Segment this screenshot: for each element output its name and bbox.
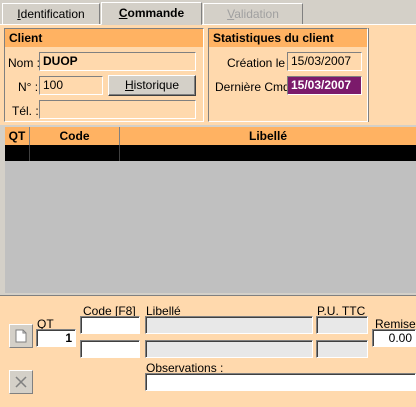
quantity-input[interactable]: 1 [36,329,76,347]
tab-commande[interactable]: Commande [101,2,202,25]
numero-field[interactable]: 100 [39,76,103,95]
pu-ttc-secondary-field [316,340,368,358]
new-line-button[interactable] [9,324,33,348]
grid-header: QT Code Libellé [5,127,416,145]
observations-input[interactable] [145,373,416,391]
creation-date-field: 15/03/2007 [287,52,362,71]
numero-value: 100 [43,78,64,92]
table-row[interactable] [5,145,416,161]
line-entry-panel: QT 1 Code [F8] Libellé P.U. TTC Remise 0… [0,295,416,407]
creation-label: Création le : [227,56,292,70]
remise-input[interactable]: 0.00 [372,329,416,347]
statistics-panel-title: Statistiques du client [209,29,367,47]
quantity-value: 1 [65,331,72,345]
close-icon [15,376,27,388]
code-input[interactable] [80,316,140,334]
historique-button[interactable]: Historique [108,75,196,96]
column-header-libelle[interactable]: Libellé [120,127,416,145]
statistics-panel: Statistiques du client [208,28,368,122]
nom-value: DUOP [43,54,78,68]
delete-line-button[interactable] [9,370,33,394]
derniere-commande-label: Dernière Cmd : [215,80,297,94]
grid-cell-libelle [120,145,416,161]
tab-identification[interactable]: Identification [2,3,100,24]
telephone-label: Tél. : [12,104,39,118]
nom-field[interactable]: DUOP [39,52,196,71]
telephone-field[interactable] [39,100,196,119]
stats-panel-divider [368,28,369,122]
remise-value: 0.00 [388,331,412,345]
code-secondary-input[interactable] [80,340,140,358]
pu-ttc-field [316,316,368,334]
libelle-secondary-field [145,340,313,358]
numero-label: N° : [18,80,39,94]
tab-bar: Identification Commande Validation [0,0,416,25]
derniere-commande-date-field: 15/03/2007 [287,76,362,95]
derniere-commande-date-value: 15/03/2007 [291,78,352,92]
creation-date-value: 15/03/2007 [291,54,352,68]
column-header-code[interactable]: Code [30,127,120,145]
document-icon [15,329,27,343]
grid-cell-code [30,145,120,161]
libelle-field [145,316,313,334]
column-header-qt[interactable]: QT [5,127,30,145]
client-panel-title: Client [5,29,203,47]
order-lines-grid[interactable]: QT Code Libellé [5,127,416,293]
grid-cell-qt [5,145,30,161]
tab-validation[interactable]: Validation [203,3,303,24]
nom-label: Nom : [8,56,41,70]
